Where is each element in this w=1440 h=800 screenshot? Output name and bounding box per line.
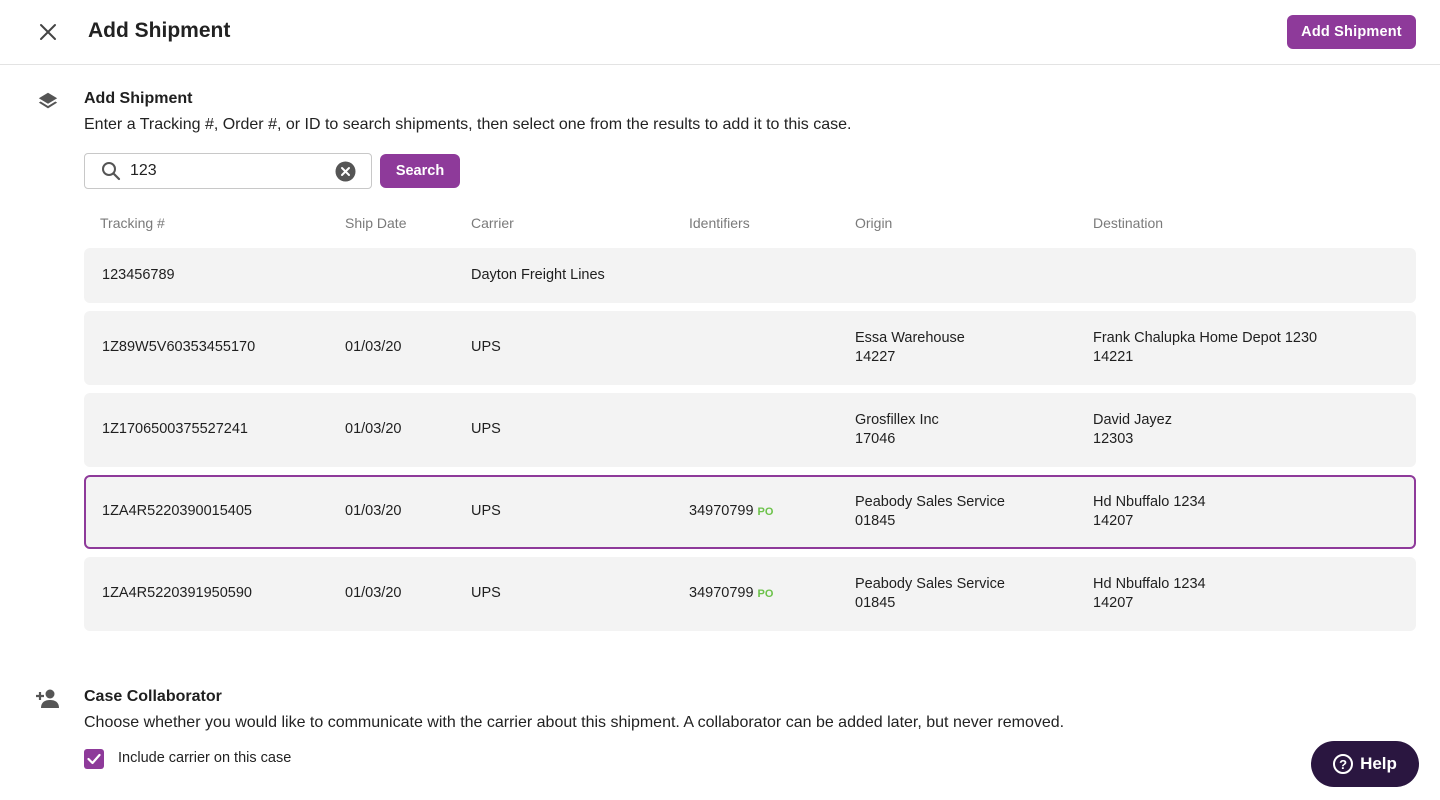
add-person-icon [34, 685, 62, 713]
carrier: UPS [471, 585, 501, 601]
tracking-number: 1Z1706500375527241 [102, 421, 248, 437]
search-button[interactable]: Search [380, 154, 460, 188]
top-bar: Add Shipment Add Shipment [0, 0, 1440, 65]
column-header-tracking: Tracking # [100, 215, 165, 231]
column-header-ship-date: Ship Date [345, 215, 407, 231]
ship-date: 01/03/20 [345, 585, 402, 601]
tracking-number: 123456789 [102, 267, 175, 283]
identifier-value: 34970799 [689, 503, 754, 519]
identifier: 34970799 PO [689, 584, 773, 604]
table-row-selected[interactable]: 1ZA4R5220390015405 01/03/20 UPS 34970799… [84, 475, 1416, 549]
origin-zip: 17046 [855, 431, 896, 447]
identifier-value: 34970799 [689, 585, 754, 601]
ship-date: 01/03/20 [345, 421, 402, 437]
column-header-destination: Destination [1093, 215, 1164, 231]
search-input[interactable] [130, 162, 320, 180]
origin-name: Essa Warehouse [855, 330, 965, 346]
question-icon: ? [1333, 754, 1354, 774]
po-badge: PO [757, 588, 774, 600]
ship-date: 01/03/20 [345, 339, 402, 355]
origin-zip: 01845 [855, 595, 896, 611]
destination-name: Frank Chalupka Home Depot 1230 [1093, 330, 1318, 346]
identifier: 34970799 PO [689, 502, 773, 522]
page-title: Add Shipment [88, 19, 231, 42]
layers-icon [34, 87, 62, 115]
add-shipment-button[interactable]: Add Shipment [1287, 15, 1416, 49]
origin-name: Peabody Sales Service [855, 494, 1005, 510]
search-icon [100, 160, 122, 182]
table-row[interactable]: 1Z89W5V60353455170 01/03/20 UPS Essa War… [84, 311, 1416, 385]
help-label: Help [1360, 754, 1397, 773]
clear-icon[interactable] [335, 161, 356, 182]
tracking-number: 1ZA4R5220391950590 [102, 585, 252, 601]
collaborator-section-title: Case Collaborator [84, 688, 222, 705]
origin-name: Grosfillex Inc [855, 412, 939, 428]
shipment-section-title: Add Shipment [84, 90, 193, 107]
collaborator-section-description: Choose whether you would like to communi… [84, 714, 1065, 731]
destination-name: David Jayez [1093, 412, 1172, 428]
table-row[interactable]: 123456789 Dayton Freight Lines [84, 248, 1416, 303]
destination-zip: 12303 [1093, 431, 1134, 447]
carrier: UPS [471, 503, 501, 519]
column-header-identifiers: Identifiers [689, 215, 750, 231]
tracking-number: 1ZA4R5220390015405 [102, 503, 252, 519]
column-header-origin: Origin [855, 215, 893, 231]
search-box [84, 153, 372, 189]
destination-name: Hd Nbuffalo 1234 [1093, 576, 1206, 592]
destination-zip: 14221 [1093, 349, 1134, 365]
carrier: Dayton Freight Lines [471, 267, 605, 283]
checkmark-icon [87, 753, 101, 765]
table-row[interactable]: 1ZA4R5220391950590 01/03/20 UPS 34970799… [84, 557, 1416, 631]
destination-zip: 14207 [1093, 595, 1134, 611]
carrier: UPS [471, 339, 501, 355]
po-badge: PO [757, 506, 774, 518]
include-carrier-label: Include carrier on this case [118, 750, 292, 766]
origin-zip: 14227 [855, 349, 896, 365]
column-header-carrier: Carrier [471, 215, 514, 231]
origin-zip: 01845 [855, 513, 896, 529]
close-icon[interactable] [34, 18, 62, 46]
ship-date: 01/03/20 [345, 503, 402, 519]
help-button[interactable]: ? Help [1311, 741, 1419, 787]
include-carrier-checkbox[interactable] [84, 749, 104, 769]
carrier: UPS [471, 421, 501, 437]
destination-zip: 14207 [1093, 513, 1134, 529]
shipment-section-description: Enter a Tracking #, Order #, or ID to se… [84, 116, 852, 133]
origin-name: Peabody Sales Service [855, 576, 1005, 592]
destination-name: Hd Nbuffalo 1234 [1093, 494, 1206, 510]
table-row[interactable]: 1Z1706500375527241 01/03/20 UPS Grosfill… [84, 393, 1416, 467]
tracking-number: 1Z89W5V60353455170 [102, 339, 256, 355]
